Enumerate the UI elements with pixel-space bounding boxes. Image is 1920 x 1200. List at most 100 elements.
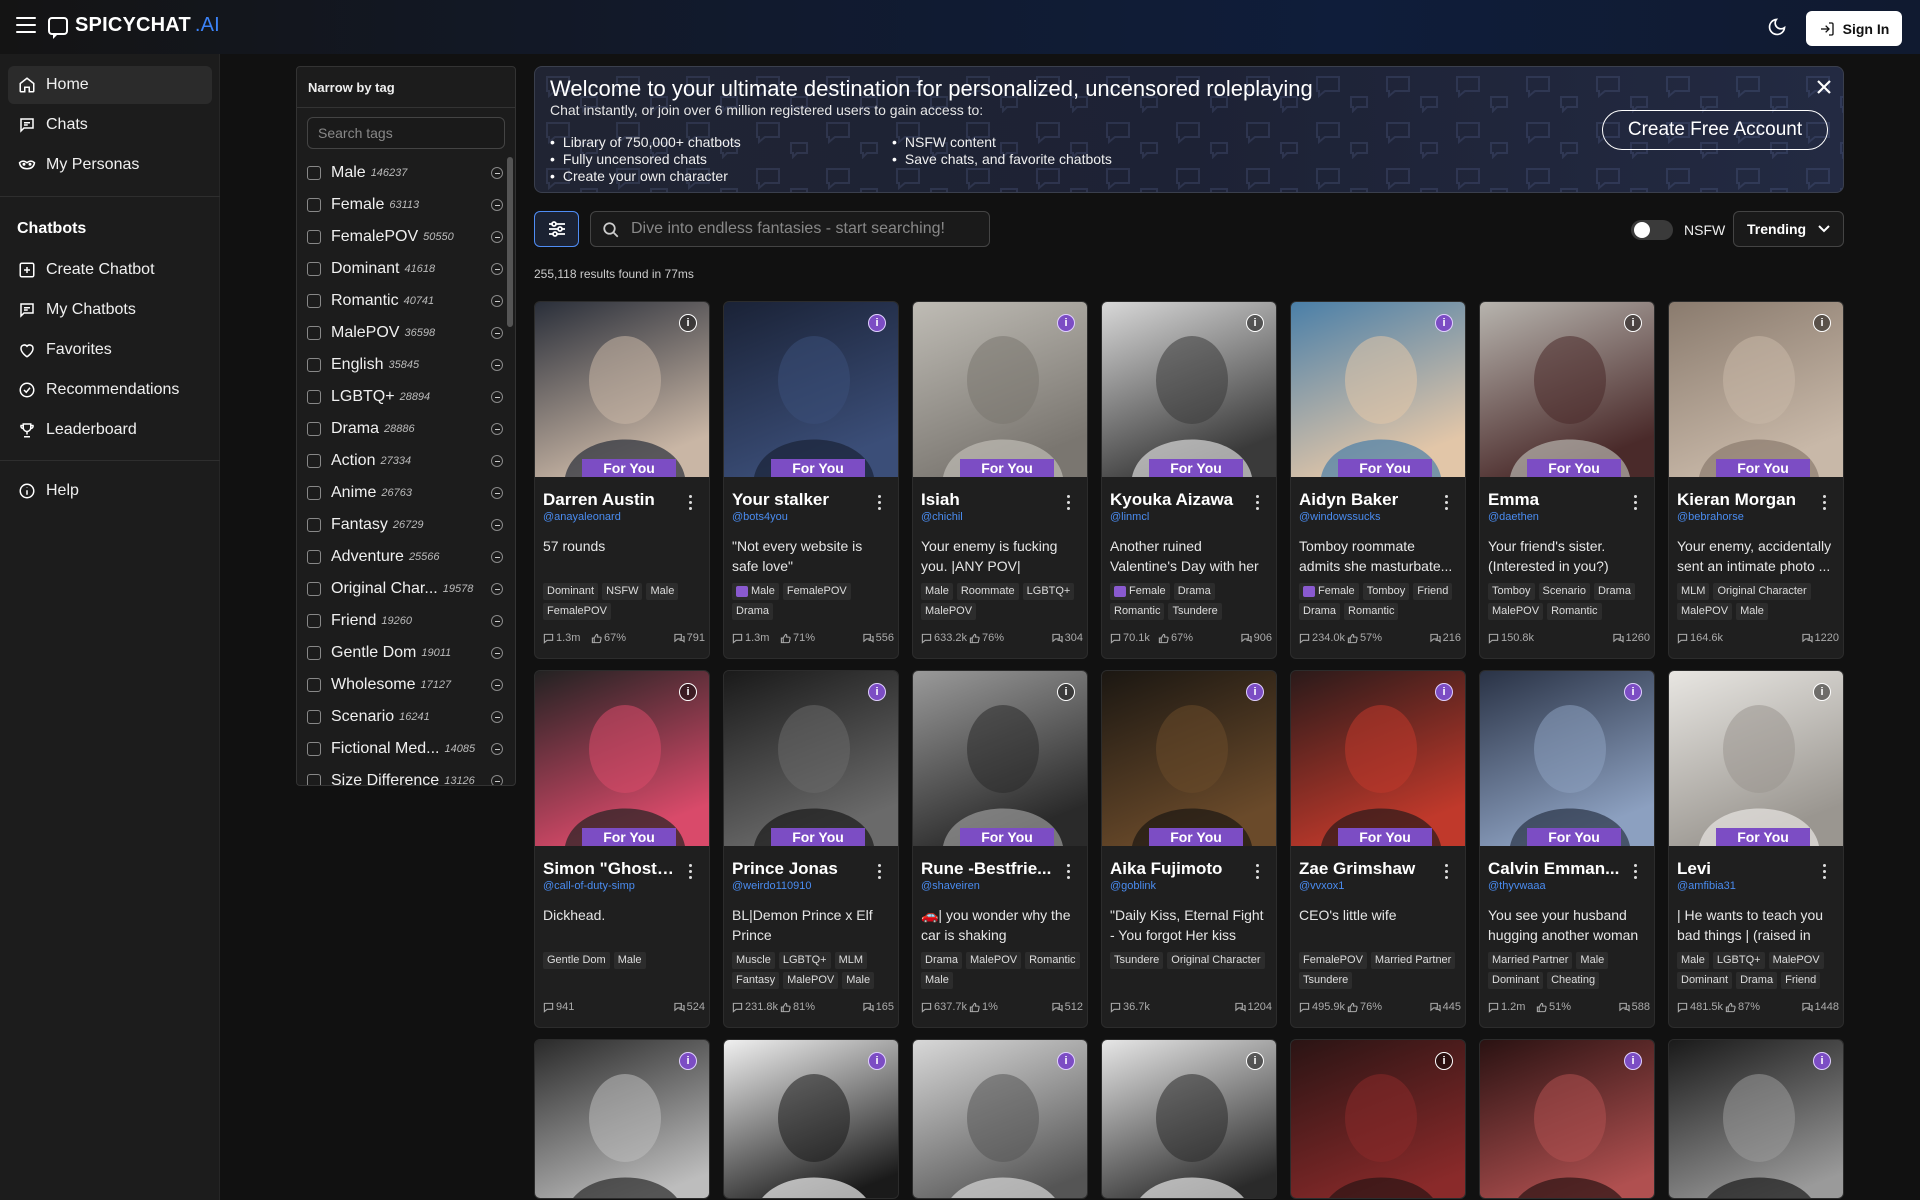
logo[interactable]: SPICYCHAT .AI	[48, 14, 220, 39]
hamburger-menu-icon[interactable]	[16, 17, 36, 35]
card-tag[interactable]: Drama	[1593, 583, 1635, 600]
sidebar-item-chats[interactable]: Chats	[8, 106, 212, 144]
exclude-tag-icon[interactable]	[491, 199, 503, 211]
card-tag[interactable]: LGBTQ+	[1712, 952, 1765, 969]
card-tag[interactable]: MalePOV	[783, 972, 839, 989]
card-tag[interactable]: Tomboy	[1362, 583, 1410, 600]
info-icon[interactable]: i	[868, 314, 886, 332]
chatbot-card[interactable]: i For You Kyouka Aizawa @linmcl Another ruin…	[1101, 301, 1277, 659]
sidebar-item-favorites[interactable]: Favorites	[8, 331, 212, 369]
card-tag[interactable]: Friend	[1781, 972, 1821, 989]
tag-checkbox[interactable]	[307, 262, 321, 276]
sort-select[interactable]: Trending	[1733, 211, 1844, 247]
chatbot-card[interactable]: i For You Zae Grimshaw @vvxox1 CEO's little …	[1290, 670, 1466, 1028]
sign-in-button[interactable]: Sign In	[1806, 11, 1902, 46]
tag-checkbox[interactable]	[307, 518, 321, 532]
card-tag[interactable]: Tsundere	[1168, 603, 1222, 620]
chatbot-card[interactable]: i For You Simon "Ghost"... @call-of-duty-si…	[534, 670, 710, 1028]
info-icon[interactable]: i	[868, 1052, 886, 1070]
more-options-icon[interactable]	[1254, 864, 1260, 880]
chatbot-card[interactable]: i For You Aika Fujimoto @goblink "Daily Kiss…	[1101, 670, 1277, 1028]
card-creator-handle[interactable]: @anayaleonard	[543, 511, 621, 523]
card-tag[interactable]: MalePOV	[1677, 603, 1733, 620]
sidebar-item-help[interactable]: Help	[8, 472, 212, 510]
chatbot-card[interactable]: i For You Prince Jonas @weirdo110910 BL|Demo…	[723, 670, 899, 1028]
tag-checkbox[interactable]	[307, 454, 321, 468]
sidebar-item-my-chatbots[interactable]: My Chatbots	[8, 291, 212, 329]
chatbot-card[interactable]: i For You Calvin Emman... @thyvwaaa You see …	[1479, 670, 1655, 1028]
info-icon[interactable]: i	[1813, 683, 1831, 701]
more-options-icon[interactable]	[1254, 495, 1260, 511]
card-tag[interactable]: Friend	[1413, 583, 1453, 600]
search-input[interactable]	[631, 212, 981, 246]
chatbot-card[interactable]: i For You Kieran Morgan @bebrahorse Your ene…	[1668, 301, 1844, 659]
info-icon[interactable]: i	[679, 683, 697, 701]
card-tag[interactable]: Dominant	[1677, 972, 1733, 989]
card-tag[interactable]: FemalePOV	[543, 603, 611, 620]
card-tag[interactable]: MalePOV	[921, 603, 977, 620]
tag-filter-row[interactable]: Original Char... 19578	[307, 576, 503, 602]
exclude-tag-icon[interactable]	[491, 679, 503, 691]
exclude-tag-icon[interactable]	[491, 231, 503, 243]
tag-filter-row[interactable]: Fictional Med... 14085	[307, 736, 503, 762]
card-tag[interactable]: LGBTQ+	[1022, 583, 1075, 600]
card-tag[interactable]: Scenario	[1538, 583, 1590, 600]
card-tag[interactable]: Original Character	[1167, 952, 1265, 969]
tag-checkbox[interactable]	[307, 230, 321, 244]
more-options-icon[interactable]	[1065, 495, 1071, 511]
card-tag[interactable]: MLM	[1677, 583, 1710, 600]
more-options-icon[interactable]	[1632, 864, 1638, 880]
card-tag[interactable]: NSFW	[602, 583, 643, 600]
sidebar-item-recommendations[interactable]: Recommendations	[8, 371, 212, 409]
card-tag[interactable]: Dominant	[543, 583, 599, 600]
tag-filter-row[interactable]: Action 27334	[307, 448, 503, 474]
info-icon[interactable]: i	[1624, 1052, 1642, 1070]
nsfw-toggle[interactable]	[1631, 220, 1673, 240]
card-creator-handle[interactable]: @goblink	[1110, 880, 1156, 892]
card-tag[interactable]: Drama	[921, 952, 963, 969]
tag-filter-row[interactable]: Female 63113	[307, 192, 503, 218]
card-tag[interactable]: Tsundere	[1299, 972, 1353, 989]
tag-filter-row[interactable]: Adventure 25566	[307, 544, 503, 570]
chatbot-card[interactable]: i For You Isiah @chichil Your enemy is fucki…	[912, 301, 1088, 659]
card-tag[interactable]: Male	[842, 972, 875, 989]
exclude-tag-icon[interactable]	[491, 551, 503, 563]
card-tag[interactable]: Tsundere	[1110, 952, 1164, 969]
info-icon[interactable]: i	[1435, 683, 1453, 701]
sidebar-item-my-personas[interactable]: My Personas	[8, 146, 212, 184]
card-creator-handle[interactable]: @chichil	[921, 511, 963, 523]
exclude-tag-icon[interactable]	[491, 455, 503, 467]
card-tag[interactable]: Romantic	[1110, 603, 1165, 620]
card-tag[interactable]: LGBTQ+	[778, 952, 831, 969]
card-creator-handle[interactable]: @amfibia31	[1677, 880, 1736, 892]
chatbot-card[interactable]: i For You Levi @amfibia31 | He wants to teac…	[1668, 670, 1844, 1028]
exclude-tag-icon[interactable]	[491, 327, 503, 339]
more-options-icon[interactable]	[1443, 864, 1449, 880]
info-icon[interactable]: i	[868, 683, 886, 701]
card-tag[interactable]: FemalePOV	[782, 583, 851, 600]
card-tag[interactable]: Gentle Dom	[543, 952, 610, 969]
card-creator-handle[interactable]: @thyvwaaa	[1488, 880, 1546, 892]
card-creator-handle[interactable]: @daethen	[1488, 511, 1539, 523]
card-tag[interactable]: Cheating	[1547, 972, 1600, 989]
chatbot-card[interactable]: i	[1101, 1039, 1277, 1199]
card-tag[interactable]: Married Partner	[1488, 952, 1573, 969]
exclude-tag-icon[interactable]	[491, 711, 503, 723]
exclude-tag-icon[interactable]	[491, 295, 503, 307]
tag-filter-row[interactable]: LGBTQ+ 28894	[307, 384, 503, 410]
tag-filter-row[interactable]: Fantasy 26729	[307, 512, 503, 538]
more-options-icon[interactable]	[1065, 864, 1071, 880]
card-tag[interactable]: Tomboy	[1488, 583, 1535, 600]
card-tag[interactable]: Male	[921, 583, 953, 600]
chatbot-card[interactable]: i	[1668, 1039, 1844, 1199]
tag-filter-row[interactable]: FemalePOV 50550	[307, 224, 503, 250]
close-icon[interactable]	[1816, 79, 1832, 95]
tag-filter-row[interactable]: Male 146237	[307, 160, 503, 186]
tag-filter-row[interactable]: Dominant 41618	[307, 256, 503, 282]
tag-filter-row[interactable]: Anime 26763	[307, 480, 503, 506]
exclude-tag-icon[interactable]	[491, 423, 503, 435]
chatbot-card[interactable]: i	[534, 1039, 710, 1199]
card-creator-handle[interactable]: @bots4you	[732, 511, 788, 523]
card-creator-handle[interactable]: @windowssucks	[1299, 511, 1380, 523]
card-tag[interactable]: MalePOV	[966, 952, 1022, 969]
